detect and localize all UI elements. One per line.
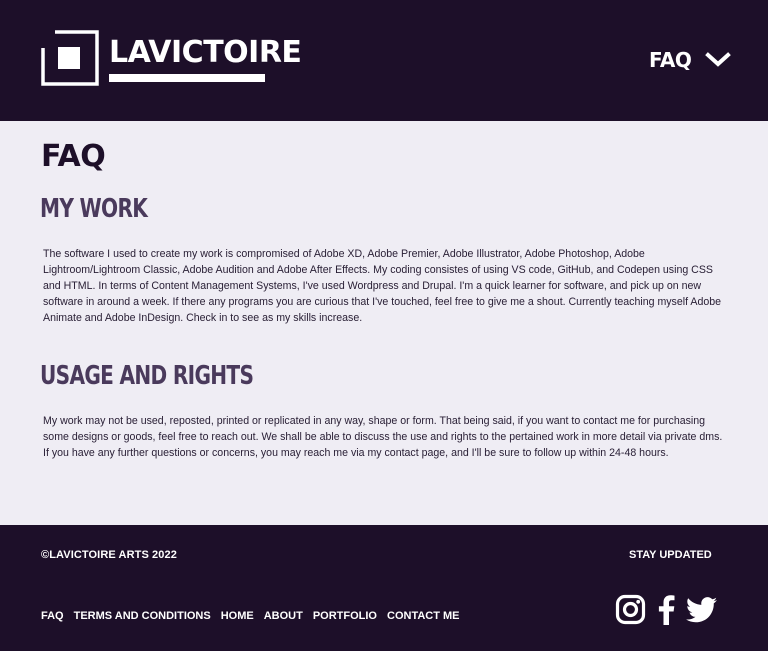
section-heading-usage-rights: USAGE AND RIGHTS: [40, 361, 254, 391]
copyright-text: ©LAVICTOIRE ARTS 2022: [41, 549, 177, 561]
twitter-icon[interactable]: [686, 596, 717, 628]
faq-menu-toggle[interactable]: FAQ: [649, 46, 732, 74]
section-heading-my-work: MY WORK: [40, 194, 148, 224]
section-body-my-work: The software I used to create my work is…: [43, 248, 722, 324]
footer-link-home[interactable]: HOME: [221, 610, 254, 622]
footer-link-contact[interactable]: CONTACT ME: [387, 610, 460, 622]
stay-updated-label: STAY UPDATED: [629, 549, 712, 561]
footer-link-terms[interactable]: TERMS AND CONDITIONS: [74, 610, 211, 622]
instagram-icon[interactable]: [615, 594, 646, 629]
facebook-icon[interactable]: [655, 594, 677, 629]
footer-link-about[interactable]: ABOUT: [264, 610, 303, 622]
chevron-down-icon: [705, 52, 732, 67]
social-links: [615, 594, 717, 629]
page-title: FAQ: [41, 139, 106, 174]
brand-underline: [109, 74, 265, 82]
brand-name: LAVICTOIRE: [109, 35, 302, 70]
faq-menu-label: FAQ: [649, 48, 692, 72]
footer-nav: FAQ TERMS AND CONDITIONS HOME ABOUT PORT…: [41, 610, 460, 622]
logo-mark-icon: [41, 30, 99, 86]
site-header: LAVICTOIRE FAQ: [0, 0, 768, 121]
main-content: FAQ MY WORK The software I used to creat…: [0, 121, 768, 525]
section-body-usage-rights: My work may not be used, reposted, print…: [43, 415, 723, 459]
brand-logo[interactable]: LAVICTOIRE: [41, 30, 302, 86]
footer-link-faq[interactable]: FAQ: [41, 610, 64, 622]
site-footer: ©LAVICTOIRE ARTS 2022 STAY UPDATED FAQ T…: [0, 525, 768, 651]
footer-link-portfolio[interactable]: PORTFOLIO: [313, 610, 377, 622]
